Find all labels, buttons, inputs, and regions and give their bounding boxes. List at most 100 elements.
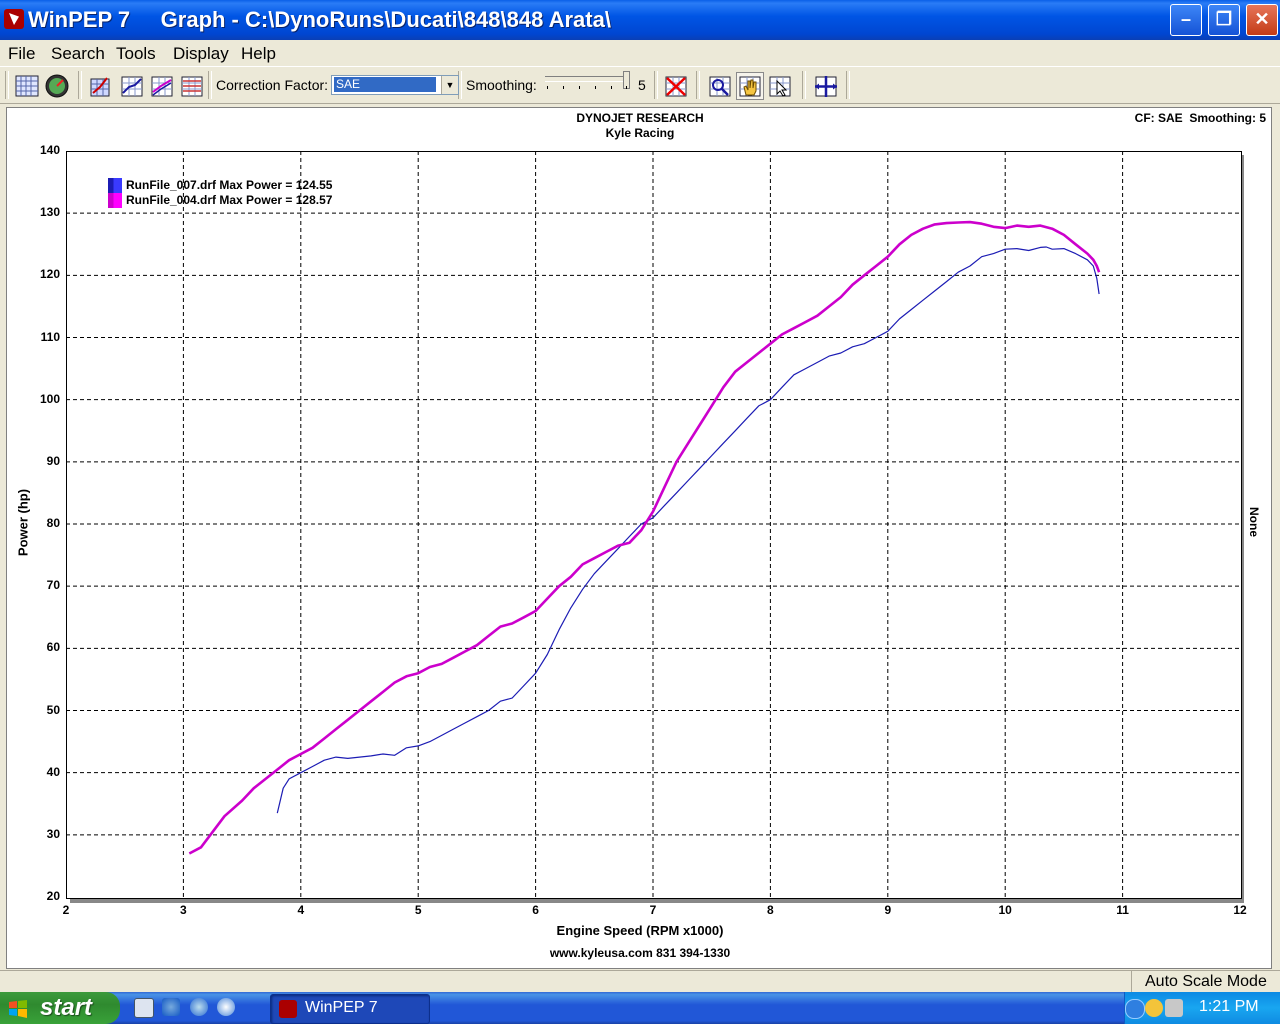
toolbar-grip [5, 71, 9, 99]
slider-tick [626, 86, 627, 89]
legend-label: RunFile_007.drf Max Power = 124.55 [126, 178, 333, 192]
taskbar: start WinPEP 7 1:21 PM [0, 992, 1280, 1024]
winpep-app-icon [279, 1000, 297, 1018]
maximize-button[interactable]: ❐ [1208, 4, 1240, 36]
graph-header-company: DYNOJET RESEARCH [576, 111, 704, 125]
clear-red-x-icon[interactable] [662, 72, 690, 100]
smoothing-value: 5 [638, 77, 646, 93]
toolbar-separator [654, 71, 658, 99]
tray-expand-icon[interactable] [1125, 999, 1145, 1019]
correction-factor-label: Correction Factor: [216, 77, 329, 93]
menu-bar: File Search Tools Display Help [0, 40, 1280, 66]
graph-compare-icon[interactable] [148, 72, 176, 100]
correction-factor-value: SAE [334, 77, 436, 92]
zoom-grid-icon[interactable] [706, 72, 734, 100]
x-tick-label: 4 [297, 903, 305, 917]
smoothing-label: Smoothing: [466, 77, 537, 93]
y-tick-label: 90 [46, 453, 60, 468]
show-desktop-icon[interactable] [134, 998, 154, 1018]
toolbar-separator [846, 71, 850, 99]
chart-grid [66, 151, 1240, 897]
smoothing-slider-track[interactable] [545, 76, 625, 82]
toolbar: Correction Factor: Smoothing: 5 [0, 66, 1280, 104]
graph-grid-icon[interactable] [13, 72, 41, 100]
slider-tick [611, 86, 612, 89]
winpep-app-icon[interactable] [4, 9, 24, 29]
taskbar-item-winpep[interactable]: WinPEP 7 [270, 994, 430, 1024]
power-chart[interactable] [66, 151, 1240, 897]
slider-tick [563, 86, 564, 89]
slider-tick [547, 86, 548, 89]
menu-search[interactable]: Search [51, 44, 105, 64]
x-tick-label: 11 [1116, 903, 1129, 917]
x-tick-label: 8 [767, 903, 774, 917]
graph-overlay-icon[interactable] [178, 72, 206, 100]
x-tick-label: 7 [649, 903, 657, 917]
right-axis-label: None [1247, 507, 1261, 537]
legend-swatch [108, 178, 122, 193]
windows-logo-icon [9, 1000, 27, 1018]
y-tick-label: 40 [46, 764, 60, 779]
menu-tools[interactable]: Tools [116, 44, 156, 64]
start-button[interactable]: start [0, 992, 120, 1024]
y-tick-label: 30 [46, 826, 60, 841]
y-tick-label: 100 [39, 391, 60, 406]
chevron-down-icon[interactable]: ▼ [441, 76, 458, 94]
dyno-gauge-icon[interactable] [43, 72, 71, 100]
y-axis-title: Power (hp) [15, 488, 31, 557]
y-tick-label: 60 [46, 640, 60, 655]
cf-smoothing-info: CF: SAE Smoothing: 5 [1134, 111, 1266, 125]
internet-explorer-icon[interactable] [162, 998, 180, 1016]
correction-factor-select[interactable]: SAE ▼ [331, 75, 459, 95]
graph-line-icon[interactable] [118, 72, 146, 100]
slider-tick [595, 86, 596, 89]
x-tick-label: 2 [62, 903, 70, 917]
legend-swatch [108, 193, 122, 208]
x-tick-label: 5 [414, 903, 422, 917]
x-tick-label: 3 [180, 903, 187, 917]
y-tick-label: 110 [40, 329, 60, 344]
app-window: WinPEP 7 Graph - C:\DynoRuns\Ducati\848\… [0, 0, 1280, 1024]
minimize-button[interactable]: – [1170, 4, 1202, 36]
x-tick-label: 10 [998, 903, 1012, 917]
menu-help[interactable]: Help [241, 44, 276, 64]
legend-label: RunFile_004.drf Max Power = 128.57 [126, 193, 333, 207]
taskbar-item-label: WinPEP 7 [305, 999, 378, 1016]
network-icon[interactable] [1165, 999, 1183, 1017]
title-bar[interactable]: WinPEP 7 Graph - C:\DynoRuns\Ducati\848\… [0, 0, 1280, 40]
crosshair-move-icon[interactable] [812, 72, 840, 100]
outlook-express-icon[interactable] [190, 998, 208, 1016]
media-player-icon[interactable] [217, 998, 235, 1016]
x-tick-label: 6 [532, 903, 539, 917]
y-tick-label: 70 [46, 578, 60, 593]
pan-hand-icon[interactable] [736, 72, 764, 100]
y-tick-label: 120 [39, 267, 60, 282]
chart-series [188, 220, 1101, 855]
toolbar-separator [696, 71, 700, 99]
cursor-grid-icon[interactable] [766, 72, 794, 100]
series-line-runfile-004[interactable] [188, 220, 1101, 855]
toolbar-separator [208, 71, 212, 99]
status-mode: Auto Scale Mode [1131, 971, 1280, 993]
system-tray: 1:21 PM [1124, 992, 1280, 1024]
close-button[interactable]: ✕ [1246, 4, 1278, 36]
graph-header-shop: Kyle Racing [605, 126, 675, 140]
start-label: start [40, 994, 93, 1021]
graph-3d-icon[interactable] [88, 72, 116, 100]
menu-file[interactable]: File [8, 44, 35, 64]
y-tick-label: 50 [46, 702, 60, 717]
menu-display[interactable]: Display [173, 44, 229, 64]
y-tick-label: 20 [46, 889, 60, 903]
x-axis-title: Engine Speed (RPM x1000) [556, 923, 724, 938]
toolbar-separator [802, 71, 806, 99]
status-bar: Auto Scale Mode [0, 970, 1280, 993]
toolbar-separator [78, 71, 82, 99]
series-line-runfile-007[interactable] [276, 246, 1100, 814]
messenger-icon[interactable] [1145, 999, 1163, 1017]
window-title: WinPEP 7 Graph - C:\DynoRuns\Ducati\848\… [28, 7, 611, 32]
x-tick-label: 12 [1233, 903, 1247, 917]
slider-tick [579, 86, 580, 89]
taskbar-clock: 1:21 PM [1199, 998, 1259, 1015]
graph-footer: www.kyleusa.com 831 394-1330 [549, 946, 731, 960]
x-tick-label: 9 [884, 903, 892, 917]
